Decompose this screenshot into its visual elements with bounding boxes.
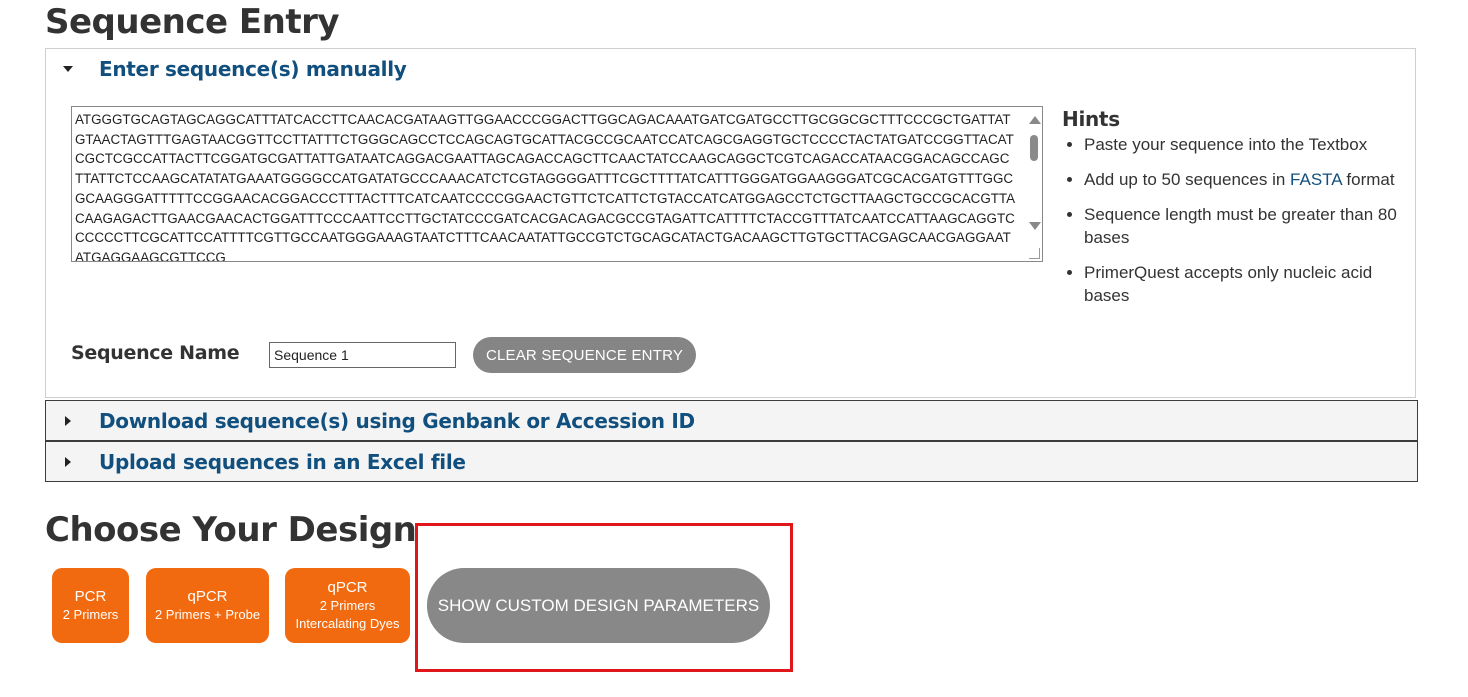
hint-item: Sequence length must be greater than 80 …: [1084, 203, 1407, 249]
sequence-textarea[interactable]: ATGGGTGCAGTAGCAGGCATTTATCACCTTCAACACGATA…: [71, 106, 1043, 262]
hint-text: PrimerQuest accepts only nucleic acid ba…: [1084, 263, 1373, 305]
hint-text: Add up to 50 sequences in: [1084, 170, 1291, 189]
sequence-textarea-content[interactable]: ATGGGTGCAGTAGCAGGCATTTATCACCTTCAACACGATA…: [75, 110, 1017, 261]
qpcr-probe-button-sub: 2 Primers + Probe: [154, 606, 261, 622]
fasta-link[interactable]: FASTA: [1290, 170, 1342, 189]
hint-text: Sequence length must be greater than 80 …: [1084, 205, 1397, 247]
hint-item: Paste your sequence into the Textbox: [1084, 133, 1407, 156]
manual-entry-panel: Enter sequence(s) manually ATGGGTGCAGTAG…: [45, 48, 1416, 398]
genbank-panel-header[interactable]: Download sequence(s) using Genbank or Ac…: [45, 400, 1418, 441]
qpcr-dyes-button-sub2: Intercalating Dyes: [295, 615, 400, 631]
highlight-box: [415, 523, 793, 672]
clear-sequence-entry-button[interactable]: CLEAR SEQUENCE ENTRY: [473, 337, 696, 373]
caret-down-icon: [63, 66, 73, 72]
sequence-name-label: Sequence Name: [71, 342, 240, 364]
sequence-name-input[interactable]: [269, 342, 456, 368]
caret-right-icon: [65, 416, 71, 426]
hint-text: format: [1341, 170, 1395, 189]
qpcr-dyes-button-label: qPCR: [327, 578, 368, 596]
excel-panel-header[interactable]: Upload sequences in an Excel file: [45, 441, 1418, 482]
qpcr-dyes-button-sub1: 2 Primers: [319, 597, 376, 613]
hints-title: Hints: [1062, 107, 1120, 131]
pcr-button-sub: 2 Primers: [62, 606, 119, 622]
qpcr-dyes-button[interactable]: qPCR 2 Primers Intercalating Dyes: [285, 568, 410, 643]
excel-title[interactable]: Upload sequences in an Excel file: [99, 450, 466, 474]
hints-list: Paste your sequence into the Textbox Add…: [1062, 133, 1407, 307]
scroll-down-icon[interactable]: [1029, 222, 1041, 230]
manual-entry-header[interactable]: Enter sequence(s) manually: [46, 49, 1415, 89]
resize-handle-icon[interactable]: [1029, 248, 1040, 259]
qpcr-probe-button-label: qPCR: [187, 587, 228, 605]
pcr-button[interactable]: PCR 2 Primers: [52, 568, 129, 643]
hints-box: Hints Paste your sequence into the Textb…: [1062, 107, 1407, 319]
genbank-title[interactable]: Download sequence(s) using Genbank or Ac…: [99, 409, 695, 433]
manual-entry-title[interactable]: Enter sequence(s) manually: [99, 57, 407, 81]
pcr-button-label: PCR: [74, 587, 107, 605]
hint-text: Paste your sequence into the Textbox: [1084, 135, 1368, 154]
hint-item: Add up to 50 sequences in FASTA format: [1084, 168, 1407, 191]
qpcr-probe-button[interactable]: qPCR 2 Primers + Probe: [146, 568, 269, 643]
scroll-up-icon[interactable]: [1029, 116, 1041, 124]
hint-item: PrimerQuest accepts only nucleic acid ba…: [1084, 261, 1407, 307]
scroll-thumb[interactable]: [1030, 135, 1038, 161]
choose-design-title: Choose Your Design: [45, 510, 417, 550]
sequence-entry-title: Sequence Entry: [45, 2, 340, 42]
textarea-scrollbar[interactable]: [1025, 107, 1042, 261]
caret-right-icon: [65, 457, 71, 467]
